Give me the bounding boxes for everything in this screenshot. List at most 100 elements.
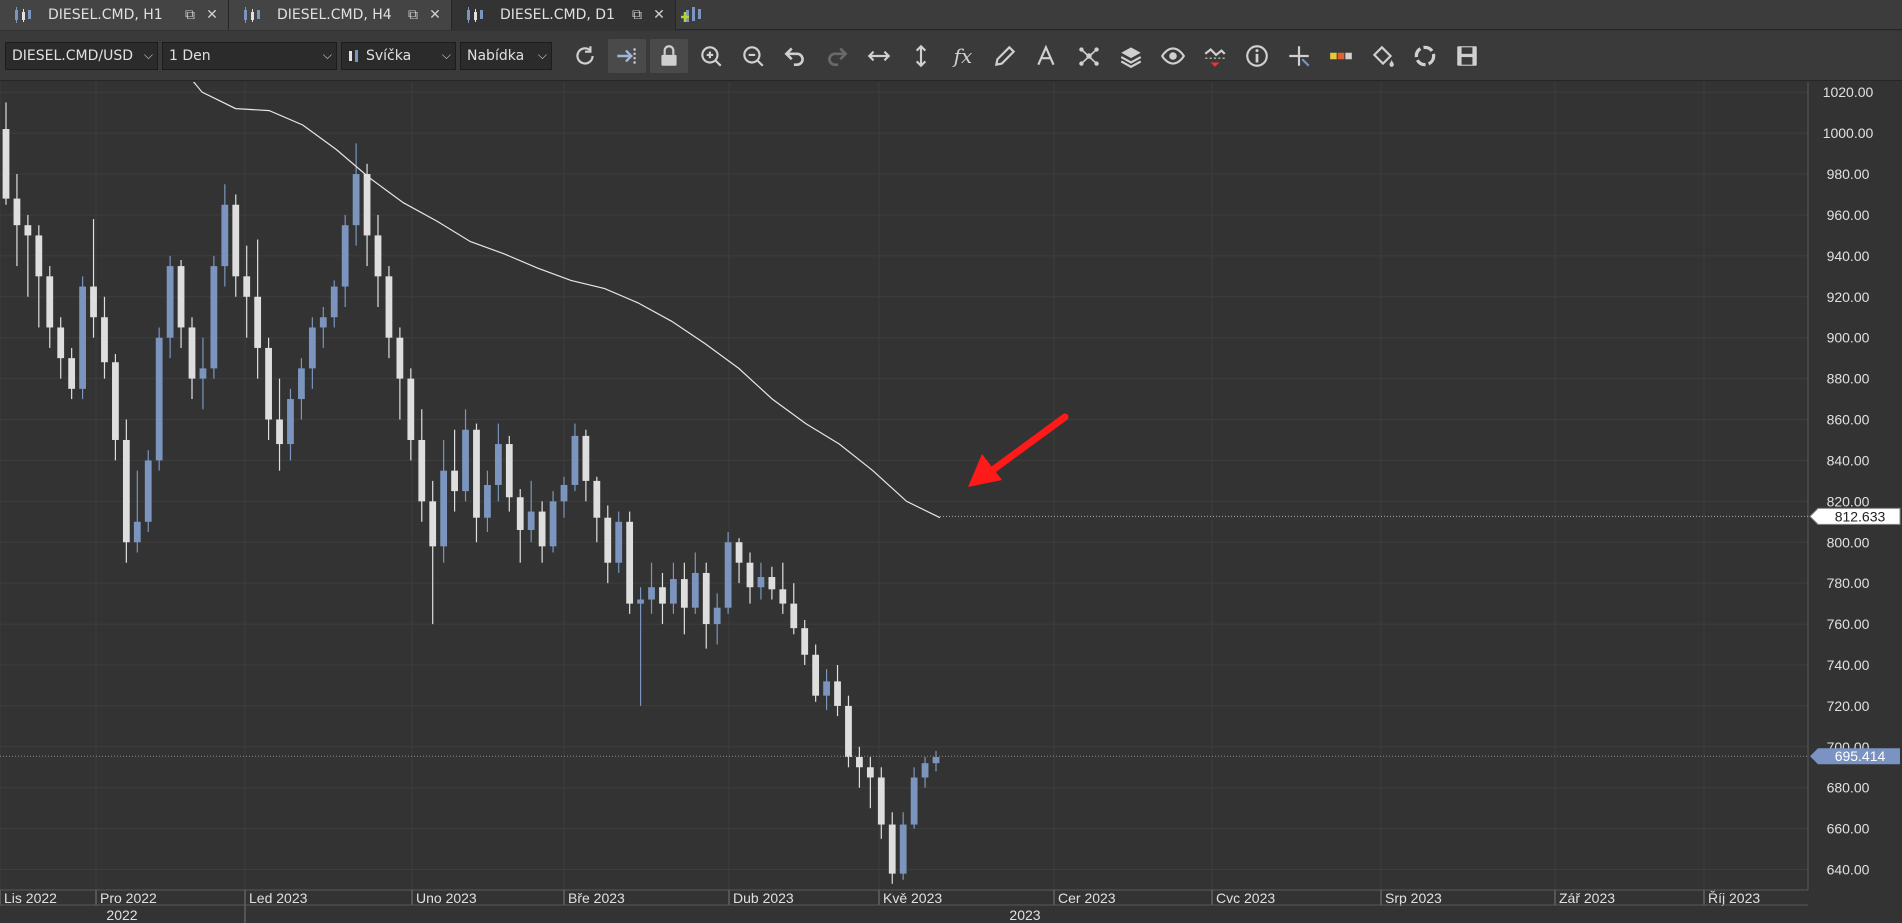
popout-icon[interactable]: ⧉ [405, 7, 421, 23]
lock-button[interactable] [650, 38, 688, 73]
crosshair-button[interactable] [1278, 39, 1320, 73]
candle-bearish[interactable] [188, 327, 196, 379]
volume-bar-button[interactable] [1320, 39, 1362, 73]
candle-bearish[interactable] [505, 444, 513, 498]
candle-bearish[interactable] [13, 198, 21, 226]
candle-bullish[interactable] [308, 327, 316, 369]
candle-bullish[interactable] [757, 577, 765, 588]
candle-bullish[interactable] [910, 777, 918, 825]
popout-icon[interactable]: ⧉ [629, 7, 645, 23]
candle-bullish[interactable] [210, 266, 218, 369]
candle-bullish[interactable] [440, 470, 448, 547]
candle-bullish[interactable] [484, 484, 491, 518]
candle-bearish[interactable] [122, 439, 130, 543]
candle-bullish[interactable] [462, 429, 469, 492]
instrument-select[interactable]: DIESEL.CMD/USD ⌵ [5, 41, 158, 70]
candle-bullish[interactable] [166, 266, 174, 338]
popout-icon[interactable]: ⧉ [182, 7, 198, 23]
chart-type-select[interactable]: Svíčka ⌵ [341, 41, 456, 70]
candle-bearish[interactable] [374, 235, 382, 277]
candle-bearish[interactable] [735, 542, 743, 563]
candle-bearish[interactable] [177, 266, 185, 328]
candle-bearish[interactable] [90, 286, 97, 318]
candle-bearish[interactable] [604, 517, 612, 563]
candle-bullish[interactable] [637, 599, 644, 604]
tab-diesel-d1[interactable]: DIESEL.CMD, D1 ⧉ ✕ [452, 0, 676, 30]
alert-button[interactable] [1194, 39, 1236, 73]
pattern-button[interactable] [1068, 39, 1110, 73]
vertical-scale-button[interactable] [900, 39, 942, 73]
candle-bullish[interactable] [648, 587, 655, 600]
horizontal-scale-button[interactable] [858, 39, 900, 73]
indicators-button[interactable]: fx [942, 39, 984, 73]
candle-bearish[interactable] [451, 470, 458, 492]
candle-bearish[interactable] [866, 767, 874, 778]
candle-bullish[interactable] [691, 572, 699, 608]
candle-bearish[interactable] [232, 204, 240, 277]
candle-bearish[interactable] [363, 174, 371, 236]
period-select[interactable]: 1 Den ⌵ [162, 41, 337, 70]
candle-bearish[interactable] [112, 362, 119, 440]
candle-bearish[interactable] [385, 276, 393, 338]
chart-canvas[interactable]: 1020.00 1000.00 980.00 960.00 940.00 920.00 90… [0, 82, 1902, 923]
candle-bearish[interactable] [418, 439, 426, 502]
text-tool-button[interactable] [1026, 39, 1068, 73]
save-button[interactable] [1446, 39, 1488, 73]
candle-bullish[interactable] [494, 444, 502, 485]
candle-bearish[interactable] [243, 276, 251, 297]
candle-bearish[interactable] [516, 497, 524, 530]
candle-bullish[interactable] [79, 286, 86, 389]
candle-bearish[interactable] [659, 587, 666, 604]
candle-bearish[interactable] [24, 225, 32, 236]
candle-bullish[interactable] [921, 763, 929, 778]
candle-bullish[interactable] [549, 501, 557, 547]
candle-bullish[interactable] [199, 368, 207, 379]
candle-bearish[interactable] [845, 705, 852, 758]
candle-bearish[interactable] [265, 347, 272, 420]
zoom-in-button[interactable] [690, 39, 732, 73]
sync-button[interactable] [1404, 39, 1446, 73]
close-icon[interactable]: ✕ [427, 7, 443, 23]
refresh-button[interactable] [564, 39, 606, 73]
candle-bullish[interactable] [724, 542, 732, 608]
candle-bearish[interactable] [57, 327, 65, 359]
candle-bullish[interactable] [144, 460, 152, 522]
candle-bullish[interactable] [155, 337, 163, 461]
candle-bearish[interactable] [35, 235, 43, 277]
layers-button[interactable] [1110, 39, 1152, 73]
tab-diesel-h4[interactable]: DIESEL.CMD, H4 ⧉ ✕ [229, 0, 452, 30]
candle-bullish[interactable] [713, 607, 721, 625]
candle-bearish[interactable] [396, 337, 404, 379]
candle-bearish[interactable] [254, 296, 262, 348]
candle-bearish[interactable] [702, 572, 710, 625]
candle-bullish[interactable] [341, 225, 349, 287]
tab-diesel-h1[interactable]: DIESEL.CMD, H1 ⧉ ✕ [0, 0, 229, 30]
candle-bullish[interactable] [319, 317, 327, 328]
add-chart-button[interactable] [676, 0, 710, 30]
candle-bearish[interactable] [626, 521, 634, 604]
visibility-button[interactable] [1152, 39, 1194, 73]
candle-bullish[interactable] [571, 435, 579, 485]
candle-bearish[interactable] [101, 317, 108, 363]
candle-bearish[interactable] [877, 777, 885, 825]
redo-button[interactable] [816, 39, 858, 73]
candle-bullish[interactable] [352, 174, 360, 226]
candle-bearish[interactable] [801, 628, 809, 655]
candle-bearish[interactable] [856, 757, 863, 768]
candle-bullish[interactable] [670, 579, 677, 604]
price-chart[interactable]: 1020.00 1000.00 980.00 960.00 940.00 920.00 90… [0, 82, 1902, 923]
color-fill-button[interactable] [1362, 39, 1404, 73]
candle-bearish[interactable] [790, 603, 798, 629]
close-icon[interactable]: ✕ [651, 7, 667, 23]
candle-bearish[interactable] [593, 480, 601, 518]
candle-bearish[interactable] [746, 562, 754, 588]
candle-bearish[interactable] [888, 824, 896, 874]
close-icon[interactable]: ✕ [204, 7, 220, 23]
candle-bullish[interactable] [330, 286, 338, 318]
candle-bearish[interactable] [46, 276, 54, 328]
candle-bullish[interactable] [932, 757, 940, 764]
info-button[interactable] [1236, 39, 1278, 73]
candle-bullish[interactable] [823, 681, 830, 696]
candle-bearish[interactable] [582, 435, 590, 481]
candle-bullish[interactable] [560, 484, 568, 502]
